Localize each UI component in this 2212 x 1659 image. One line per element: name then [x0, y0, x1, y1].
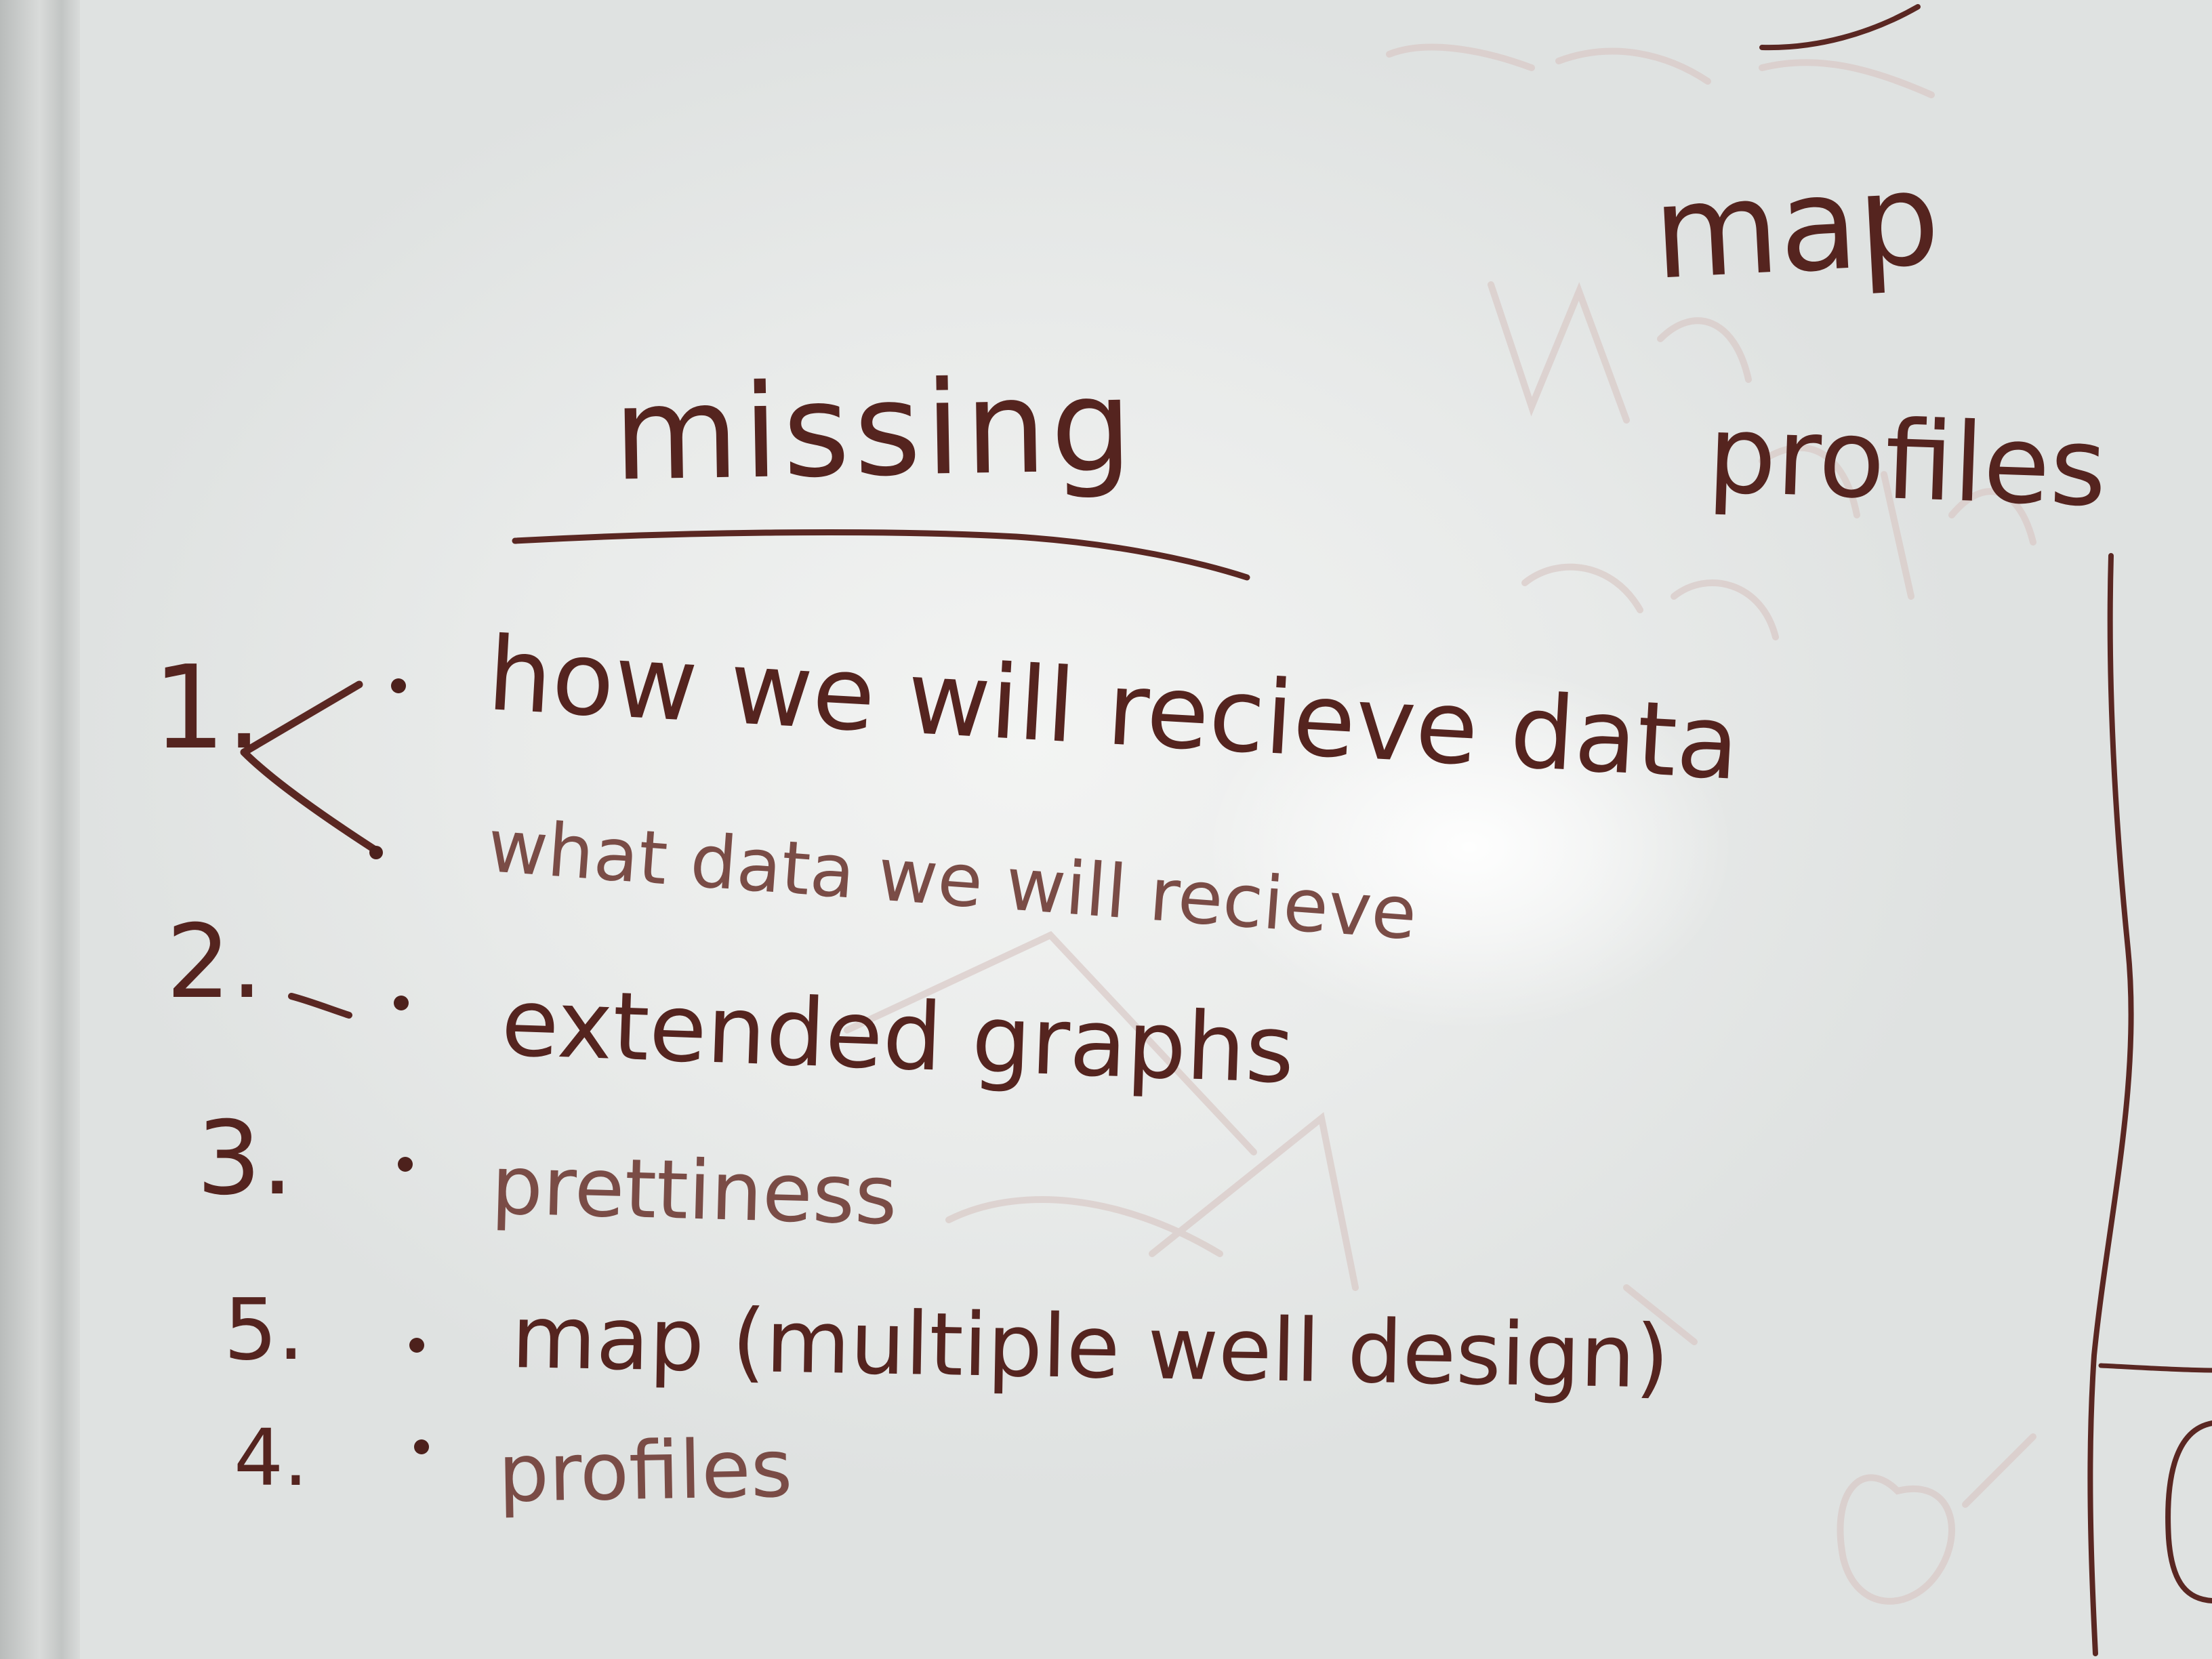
bullet-dot — [394, 996, 409, 1010]
side-note-map: map — [1650, 144, 1944, 308]
box-corner — [2165, 1420, 2212, 1603]
dash-mark — [288, 993, 352, 1019]
list-item-text: prettiness — [490, 1139, 899, 1244]
bullet-dot — [391, 678, 406, 693]
list-number: 1. — [152, 641, 263, 775]
list-number: 4. — [234, 1413, 308, 1504]
vertical-divider — [2087, 553, 2134, 1656]
bullet-dot — [369, 846, 383, 859]
heading-underline — [512, 529, 1250, 581]
photo-scene: missing 1. how we will recieve data what… — [0, 0, 2212, 1659]
side-note-profiles: profiles — [1705, 390, 2109, 531]
box-line — [2098, 1363, 2212, 1373]
bullet-dot — [409, 1338, 424, 1353]
bullet-dot — [398, 1157, 413, 1172]
list-item-text: extended graphs — [499, 968, 1296, 1105]
list-number: 2. — [166, 903, 264, 1021]
heading-missing: missing — [612, 350, 1138, 510]
stroke-fragment — [1759, 4, 1921, 51]
list-item-text: profiles — [497, 1421, 794, 1520]
list-number: 3. — [197, 1100, 294, 1218]
bracket-mark — [240, 680, 380, 855]
list-number: 5. — [224, 1281, 305, 1379]
list-item-text: map (multiple well design) — [510, 1287, 1671, 1408]
bullet-dot — [414, 1439, 429, 1454]
